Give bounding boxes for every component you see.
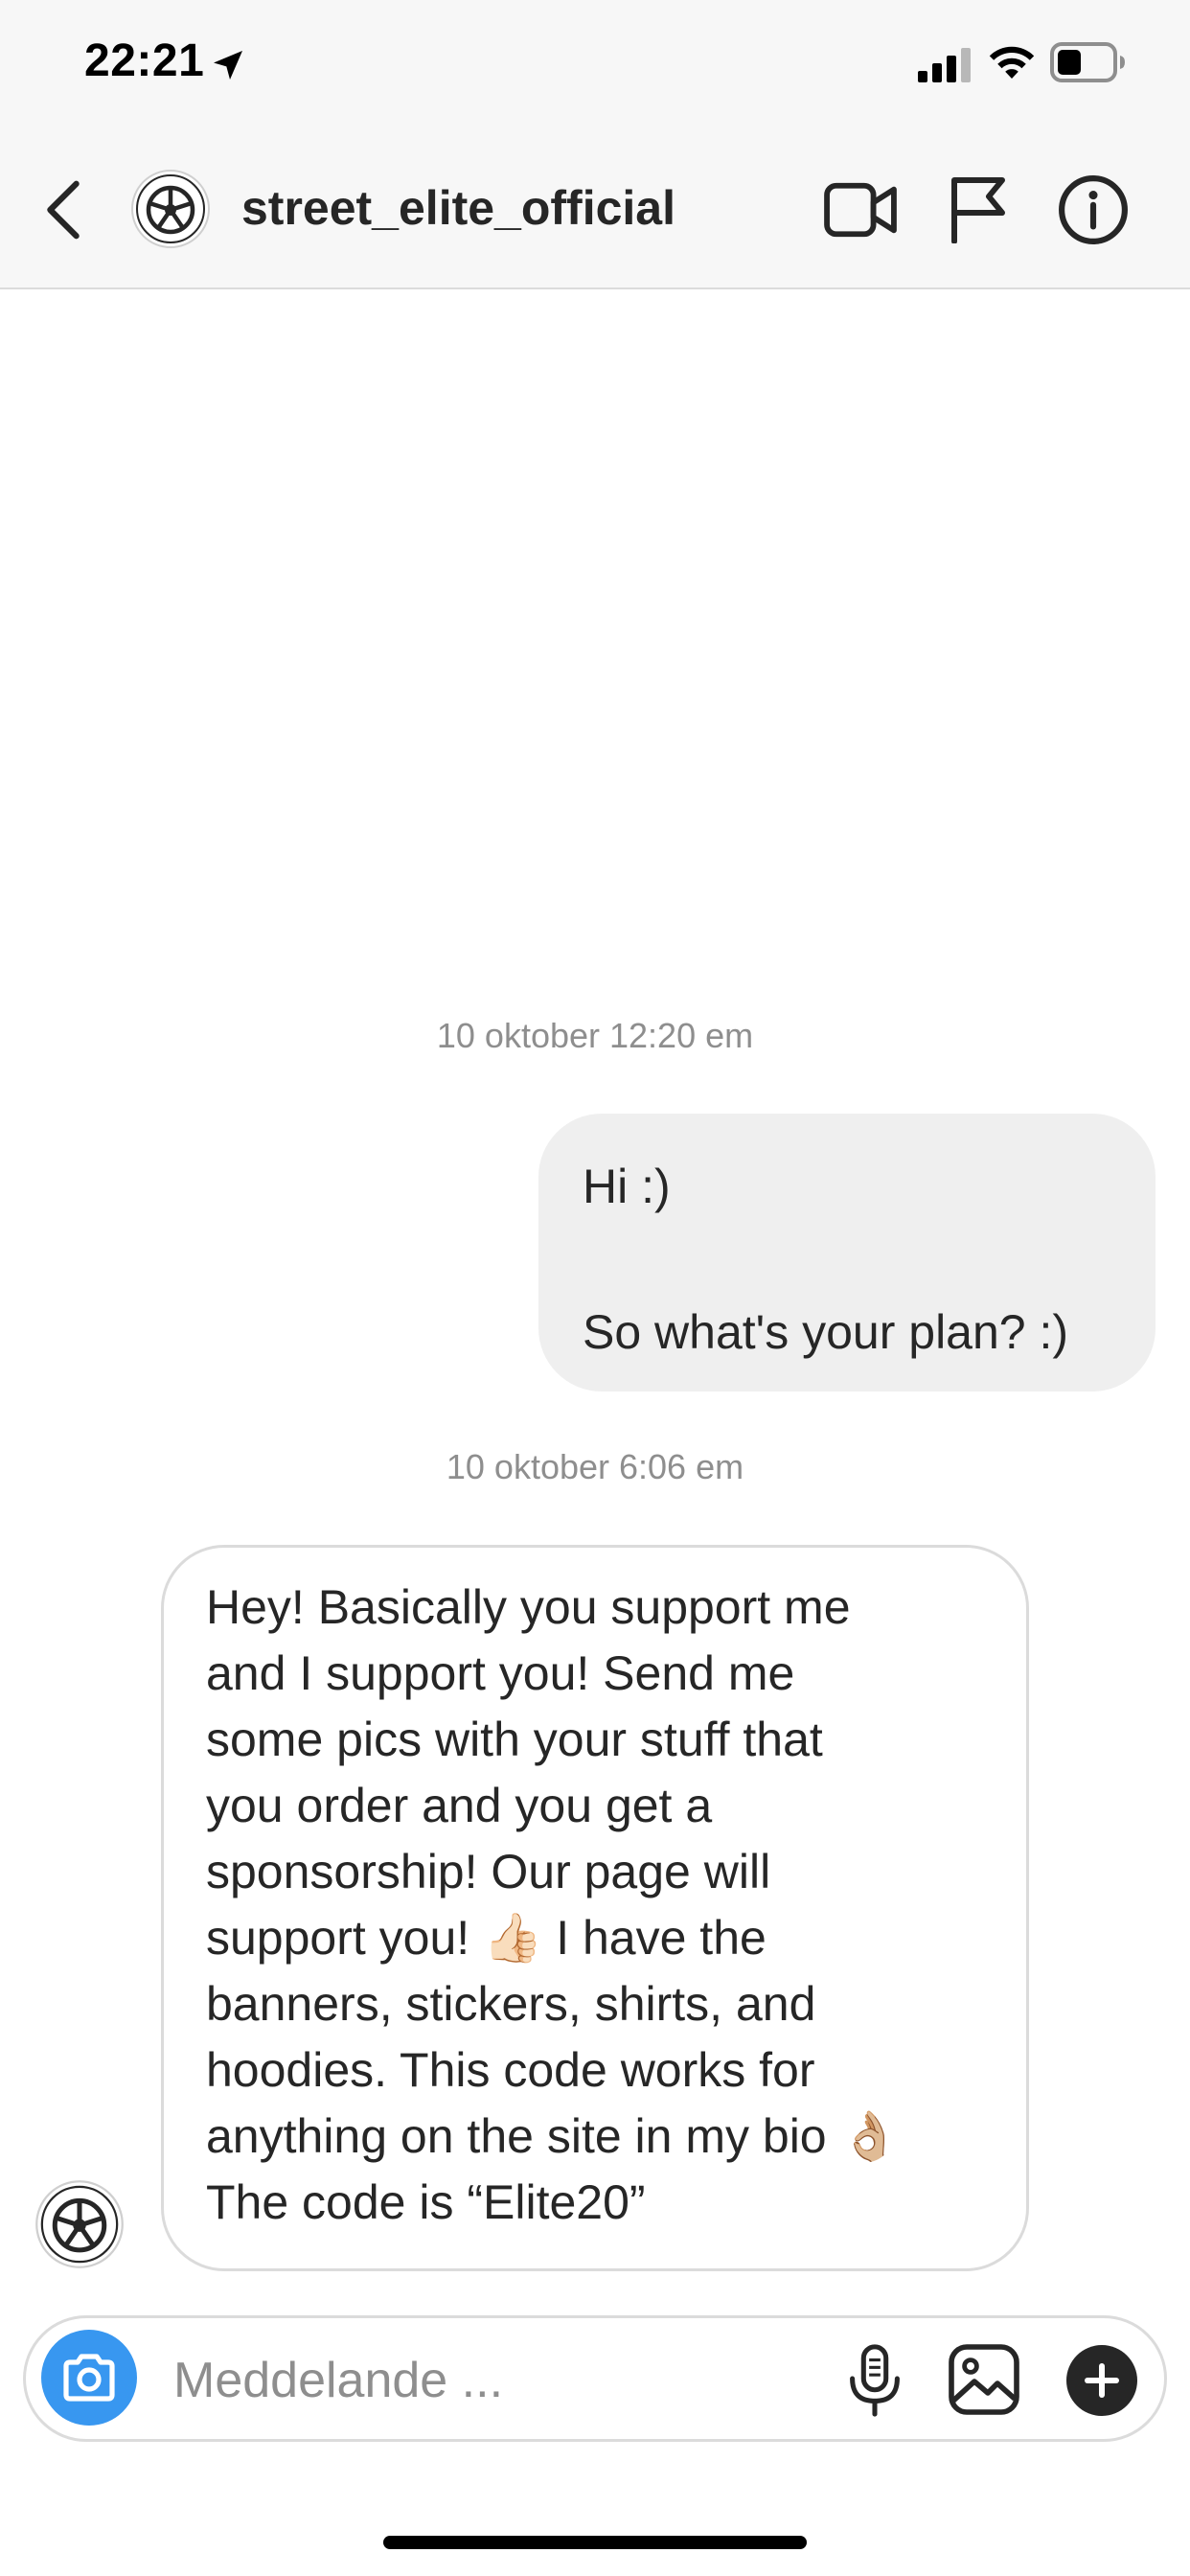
status-bar: 22:21 <box>0 0 1190 126</box>
avatar[interactable] <box>130 169 211 249</box>
message-input[interactable] <box>173 2347 691 2414</box>
message-timestamp: 10 oktober 6:06 em <box>446 1447 744 1486</box>
info-icon[interactable] <box>1058 174 1129 245</box>
message-timestamp: 10 oktober 12:20 em <box>436 1016 754 1055</box>
sender-avatar[interactable] <box>34 2179 125 2269</box>
flag-icon[interactable] <box>949 174 1008 243</box>
chevron-left-icon[interactable] <box>34 176 92 243</box>
message-text: Hi :) <box>583 1160 671 1213</box>
video-camera-icon[interactable] <box>822 178 899 242</box>
direct-message-screen: 22:21 street_elite_official 10 oktober 1… <box>0 0 1190 2576</box>
signal-icon <box>918 48 971 82</box>
location-arrow-icon <box>214 51 242 80</box>
conversation-username[interactable]: street_elite_official <box>241 180 675 236</box>
conversation-header: street_elite_official <box>0 126 1190 289</box>
camera-icon <box>63 2354 115 2402</box>
wifi-icon <box>989 46 1035 79</box>
microphone-icon[interactable] <box>846 2343 904 2418</box>
message-text: So what's your plan? :) <box>583 1305 1069 1359</box>
plus-button[interactable] <box>1066 2345 1137 2416</box>
message-composer <box>23 2315 1167 2442</box>
outgoing-message-bubble[interactable]: Hi :) So what's your plan? :) <box>538 1114 1156 1392</box>
image-icon[interactable] <box>948 2343 1020 2416</box>
incoming-message-bubble[interactable]: Hey! Basically you support me and I supp… <box>161 1545 1029 2271</box>
plus-icon <box>1085 2363 1119 2398</box>
status-time: 22:21 <box>84 35 205 86</box>
home-indicator[interactable] <box>383 2536 807 2549</box>
camera-button[interactable] <box>41 2330 137 2426</box>
battery-icon <box>1050 42 1125 82</box>
